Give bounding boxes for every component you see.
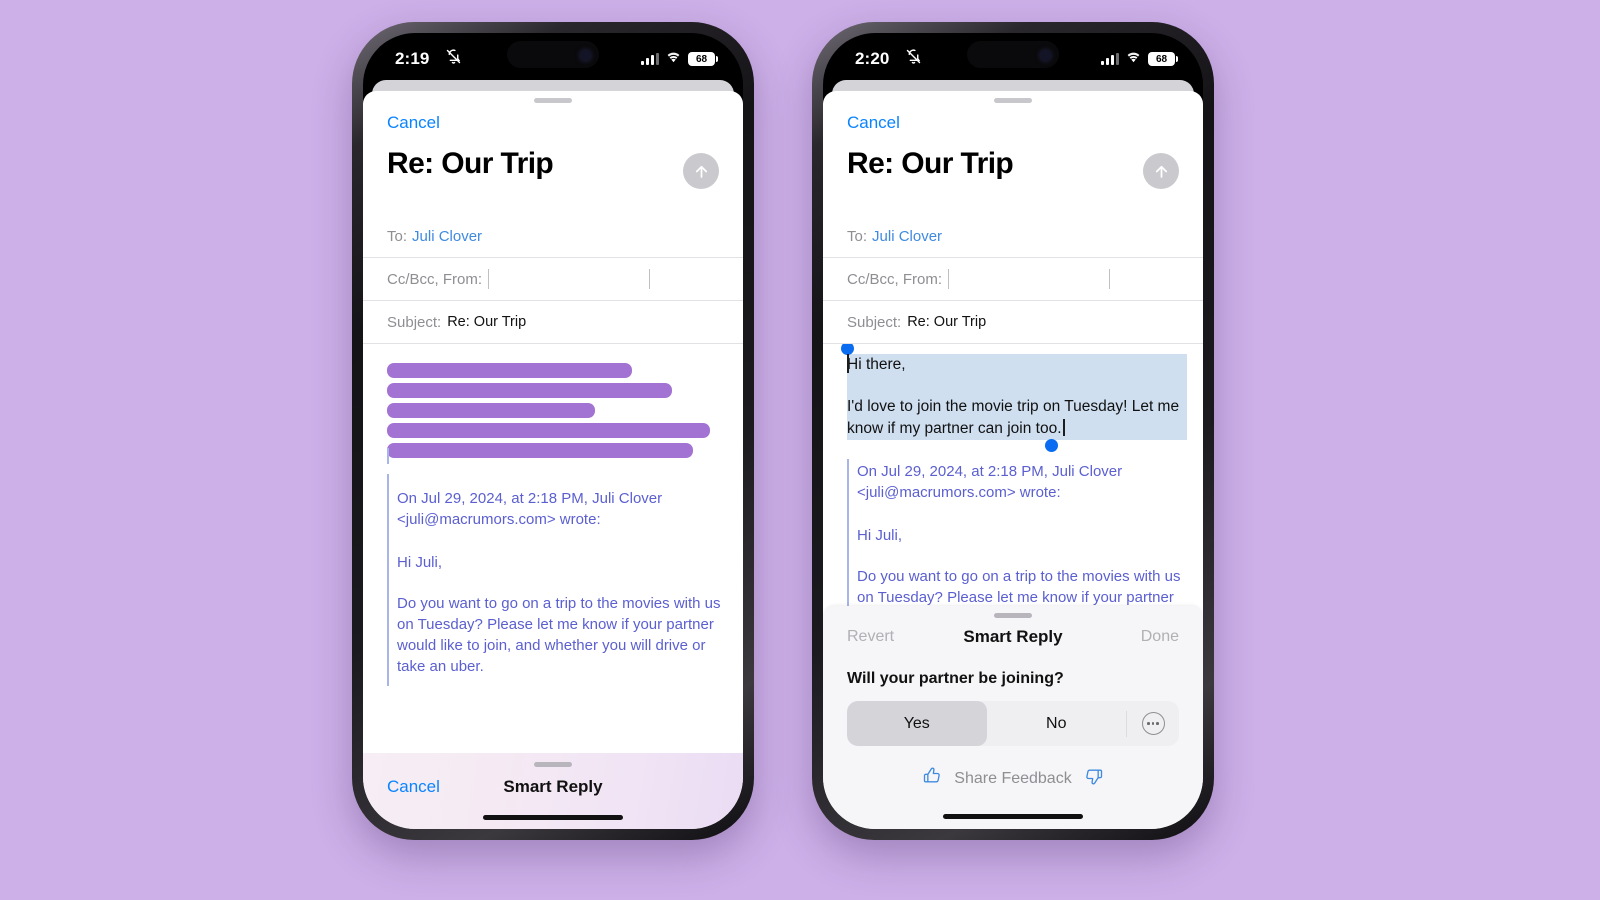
ccbcc-input-end[interactable] <box>649 269 651 289</box>
ccbcc-input-end[interactable] <box>1109 269 1111 289</box>
feedback-label[interactable]: Share Feedback <box>954 770 1071 788</box>
to-recipient[interactable]: Juli Clover <box>872 228 942 245</box>
smart-reply-header-right: Revert Smart Reply Done <box>823 618 1203 656</box>
quoted-header-line-1: On Jul 29, 2024, at 2:18 PM, Juli Clover <box>397 490 663 507</box>
feedback-row: Share Feedback <box>823 766 1203 791</box>
bell-slash-icon <box>905 48 922 70</box>
smart-reply-question: Will your partner be joining? <box>847 670 1064 687</box>
compose-sheet-left: Cancel Re: Our Trip To: Juli Clover Cc/B… <box>363 91 743 829</box>
selected-greeting: Hi there, <box>847 354 1187 376</box>
smart-reply-panel: Revert Smart Reply Done Will your partne… <box>823 606 1203 829</box>
quoted-greeting: Hi Juli, <box>397 554 443 571</box>
phone-left: 2:19 68 Cancel Re: Our Trip To: Juli Clo… <box>352 22 754 840</box>
selected-reply-text[interactable]: Hi there, I'd love to join the movie tri… <box>823 344 1203 452</box>
face-id-sensor-icon <box>1039 50 1051 61</box>
cellular-bars-icon <box>1101 53 1119 65</box>
quoted-message-left: On Jul 29, 2024, at 2:18 PM, Juli Clover… <box>363 488 743 677</box>
to-recipient[interactable]: Juli Clover <box>412 228 482 245</box>
status-indicators: 68 <box>641 50 718 68</box>
battery-indicator: 68 <box>1148 52 1178 66</box>
redaction-bar <box>387 363 632 378</box>
phone-right-screen: 2:20 68 Cancel Re: Our Trip To: Juli Clo… <box>823 33 1203 829</box>
face-id-sensor-icon <box>579 50 591 61</box>
subject-field-row[interactable]: Subject: Re: Our Trip <box>363 301 743 344</box>
done-button[interactable]: Done <box>1141 628 1179 646</box>
redaction-bar <box>387 403 595 418</box>
subject-field-row[interactable]: Subject: Re: Our Trip <box>823 301 1203 344</box>
smart-reply-title: Smart Reply <box>503 777 603 796</box>
ccbcc-input-start[interactable] <box>488 269 490 289</box>
status-indicators: 68 <box>1101 50 1178 68</box>
to-field-row[interactable]: To: Juli Clover <box>363 215 743 258</box>
redaction-bar <box>387 423 710 438</box>
subject-label: Subject: <box>387 313 442 331</box>
to-label: To: <box>387 227 408 245</box>
selected-blank-line <box>847 376 1187 396</box>
thumbs-down-icon[interactable] <box>1084 766 1104 791</box>
status-time: 2:20 <box>855 49 890 68</box>
more-options-button[interactable] <box>1127 701 1179 746</box>
home-indicator[interactable] <box>943 814 1083 819</box>
compose-sheet-right: Cancel Re: Our Trip To: Juli Clover Cc/B… <box>823 91 1203 829</box>
text-caret <box>1062 419 1065 436</box>
bell-slash-icon <box>445 48 462 70</box>
smart-reply-bar-left: Cancel Smart Reply <box>363 753 743 829</box>
quote-rule-top <box>387 448 389 464</box>
option-no[interactable]: No <box>987 701 1127 746</box>
quoted-body: Do you want to go on a trip to the movie… <box>397 595 721 675</box>
ccbcc-input-start[interactable] <box>948 269 950 289</box>
smart-reply-options: Yes No <box>847 701 1179 746</box>
send-button[interactable] <box>683 153 719 189</box>
wifi-icon <box>665 50 682 68</box>
redacted-reply-text <box>363 358 743 458</box>
screenshot-stage: 2:19 68 Cancel Re: Our Trip To: Juli Clo… <box>0 0 1600 900</box>
subject-label: Subject: <box>847 313 902 331</box>
quoted-greeting: Hi Juli, <box>857 527 903 544</box>
redaction-bar <box>387 443 693 458</box>
status-bar-left: 2:19 68 <box>363 33 743 85</box>
ccbcc-field-row[interactable]: Cc/Bcc, From: <box>823 258 1203 301</box>
subject-value[interactable]: Re: Our Trip <box>907 314 986 330</box>
selection-caret-start <box>847 354 849 373</box>
quoted-header-line-2: <juli@macrumors.com> wrote: <box>857 484 1061 501</box>
smart-reply-cancel-button[interactable]: Cancel <box>387 777 440 797</box>
cellular-bars-icon <box>641 53 659 65</box>
to-field-row[interactable]: To: Juli Clover <box>823 215 1203 258</box>
ccbcc-label: Cc/Bcc, From: <box>847 270 943 288</box>
smart-reply-header-left: Cancel Smart Reply <box>363 767 743 807</box>
home-indicator[interactable] <box>483 815 623 820</box>
quoted-header-line-1: On Jul 29, 2024, at 2:18 PM, Juli Clover <box>857 463 1123 480</box>
phone-left-screen: 2:19 68 Cancel Re: Our Trip To: Juli Clo… <box>363 33 743 829</box>
status-bar-right: 2:20 68 <box>823 33 1203 85</box>
smart-reply-title: Smart Reply <box>963 627 1063 646</box>
wifi-icon <box>1125 50 1142 68</box>
ellipsis-circle-icon <box>1141 712 1165 735</box>
redaction-bar <box>387 383 672 398</box>
phone-right: 2:20 68 Cancel Re: Our Trip To: Juli Clo… <box>812 22 1214 840</box>
send-button[interactable] <box>1143 153 1179 189</box>
cancel-button[interactable]: Cancel <box>363 103 743 133</box>
quoted-header-line-2: <juli@macrumors.com> wrote: <box>397 511 601 528</box>
quote-rule <box>387 474 389 686</box>
thumbs-up-icon[interactable] <box>922 766 942 791</box>
status-time: 2:19 <box>395 49 430 68</box>
selected-body: I'd love to join the movie trip on Tuesd… <box>847 396 1187 440</box>
ccbcc-field-row[interactable]: Cc/Bcc, From: <box>363 258 743 301</box>
selection-handle-end[interactable] <box>1045 439 1058 452</box>
option-yes[interactable]: Yes <box>847 701 987 746</box>
cancel-button[interactable]: Cancel <box>823 103 1203 133</box>
revert-button[interactable]: Revert <box>847 628 894 646</box>
battery-indicator: 68 <box>688 52 718 66</box>
ccbcc-label: Cc/Bcc, From: <box>387 270 483 288</box>
subject-value[interactable]: Re: Our Trip <box>447 314 526 330</box>
to-label: To: <box>847 227 868 245</box>
